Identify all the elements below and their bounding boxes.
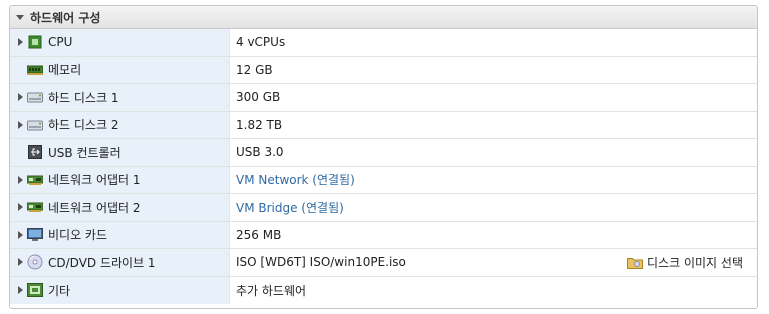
row-label: 메모리	[48, 63, 82, 78]
row-label-cell: USB 컨트롤러	[10, 139, 230, 166]
other-hardware-icon	[27, 282, 43, 298]
row-label: 하드 디스크 1	[48, 90, 119, 105]
row-label-cell: 네트워크 어댑터 2	[10, 194, 230, 221]
row-value: 추가 하드웨어	[236, 283, 307, 298]
hardware-rows: CPU 4 vCPUs 메모리 12 GB 하드 디스크 1 300 GB 하드…	[10, 29, 757, 304]
row-label: 네트워크 어댑터 2	[48, 200, 141, 215]
network-link[interactable]: VM Bridge (연결됨)	[236, 199, 344, 216]
row-value-cell: USB 3.0	[230, 139, 757, 166]
cd-dvd-icon	[27, 254, 43, 270]
row-label-cell: 메모리	[10, 56, 230, 83]
row-value: 300 GB	[236, 90, 281, 105]
hardware-row-cpu: CPU 4 vCPUs	[10, 29, 757, 57]
hardware-config-panel: 하드웨어 구성 CPU 4 vCPUs 메모리 12 GB 하드 디스크 1 3…	[9, 5, 758, 309]
row-label: USB 컨트롤러	[48, 145, 121, 160]
row-label-cell: CD/DVD 드라이브 1	[10, 249, 230, 276]
hardware-row-hard-disk-1: 하드 디스크 1 300 GB	[10, 84, 757, 112]
network-adapter-icon	[27, 172, 43, 188]
row-value-cell: 256 MB	[230, 222, 757, 249]
row-label: 비디오 카드	[48, 228, 108, 243]
hardware-row-video-card: 비디오 카드 256 MB	[10, 221, 757, 249]
row-label: 하드 디스크 2	[48, 118, 119, 133]
hardware-row-network-adapter-2: 네트워크 어댑터 2 VM Bridge (연결됨)	[10, 194, 757, 222]
row-value: ISO [WD6T] ISO/win10PE.iso	[236, 255, 406, 270]
row-value: 1.82 TB	[236, 117, 283, 132]
row-value-cell: 300 GB	[230, 84, 757, 111]
row-label-cell: 네트워크 어댑터 1	[10, 166, 230, 193]
hard-disk-icon	[27, 89, 43, 105]
expand-arrow-icon[interactable]	[13, 203, 27, 212]
hardware-row-network-adapter-1: 네트워크 어댑터 1 VM Network (연결됨)	[10, 166, 757, 194]
row-label: 네트워크 어댑터 1	[48, 173, 141, 188]
row-label-cell: 기타	[10, 276, 230, 304]
row-label: CPU	[48, 35, 73, 50]
row-value: 256 MB	[236, 227, 282, 242]
row-label-cell: 비디오 카드	[10, 221, 230, 248]
hard-disk-icon	[27, 117, 43, 133]
row-label: 기타	[48, 283, 71, 298]
select-disk-image-label: 디스크 이미지 선택	[647, 255, 743, 270]
row-label: CD/DVD 드라이브 1	[48, 255, 156, 270]
row-value: 12 GB	[236, 62, 273, 77]
hardware-row-memory: 메모리 12 GB	[10, 56, 757, 84]
network-link[interactable]: VM Network (연결됨)	[236, 171, 355, 188]
expand-arrow-icon[interactable]	[13, 230, 27, 239]
row-value-cell: 1.82 TB	[230, 112, 757, 139]
hardware-row-hard-disk-2: 하드 디스크 2 1.82 TB	[10, 111, 757, 139]
expand-arrow-icon[interactable]	[13, 258, 27, 267]
hardware-row-usb-controller: USB 컨트롤러 USB 3.0	[10, 139, 757, 167]
row-value: 4 vCPUs	[236, 35, 286, 50]
row-label-cell: CPU	[10, 29, 230, 56]
expand-arrow-icon[interactable]	[13, 175, 27, 184]
cpu-icon	[27, 34, 43, 50]
expand-arrow-icon[interactable]	[13, 286, 27, 295]
row-value-cell: 4 vCPUs	[230, 29, 757, 56]
row-value-cell: VM Network (연결됨)	[230, 167, 757, 194]
section-title: 하드웨어 구성	[30, 10, 101, 25]
network-adapter-icon	[27, 199, 43, 215]
row-value: USB 3.0	[236, 145, 284, 160]
row-value-cell: ISO [WD6T] ISO/win10PE.iso 디스크 이미지 선택	[230, 249, 757, 276]
section-header[interactable]: 하드웨어 구성	[10, 6, 757, 29]
hardware-row-cd-dvd-drive-1: CD/DVD 드라이브 1 ISO [WD6T] ISO/win10PE.iso…	[10, 249, 757, 277]
memory-icon	[27, 62, 43, 78]
row-label-cell: 하드 디스크 2	[10, 111, 230, 138]
folder-icon	[627, 254, 644, 270]
expand-arrow-icon[interactable]	[13, 93, 27, 102]
expand-arrow-icon[interactable]	[13, 120, 27, 129]
video-card-icon	[27, 227, 43, 243]
select-disk-image-button[interactable]: 디스크 이미지 선택	[627, 249, 743, 276]
expand-arrow-icon[interactable]	[13, 38, 27, 47]
collapse-caret-icon[interactable]	[16, 14, 24, 20]
hardware-row-other: 기타 추가 하드웨어	[10, 276, 757, 305]
row-value-cell: 추가 하드웨어	[230, 277, 757, 305]
row-value-cell: 12 GB	[230, 57, 757, 84]
row-label-cell: 하드 디스크 1	[10, 84, 230, 111]
usb-icon	[27, 144, 43, 160]
row-value-cell: VM Bridge (연결됨)	[230, 194, 757, 221]
